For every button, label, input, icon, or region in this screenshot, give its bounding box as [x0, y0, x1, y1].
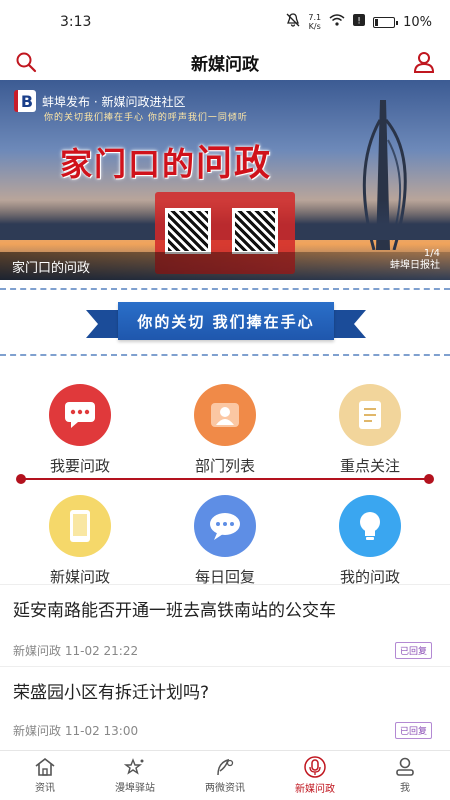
divider [0, 584, 450, 585]
mute-icon [286, 13, 300, 31]
news-title: 延安南路能否开通一班去高铁南站的公交车 [13, 601, 336, 621]
status-icons: 7.1 K/s ! 10% [286, 13, 432, 31]
phone-icon [49, 495, 111, 557]
news-item[interactable]: 延安南路能否开通一班去高铁南站的公交车 新媒问政 11-02 21:22 已回复 [0, 596, 450, 668]
search-icon [16, 52, 37, 73]
tab-station[interactable]: 漫埠驿站 [90, 751, 180, 800]
divider [0, 666, 450, 667]
qr-code [232, 208, 278, 254]
status-time: 3:13 [60, 14, 92, 30]
qr-code [165, 208, 211, 254]
stars-icon [124, 758, 144, 775]
home-icon [35, 757, 55, 776]
document-icon [339, 384, 401, 446]
news-title: 荣盛园小区有拆迁计划吗? [13, 683, 210, 703]
net-speed: 7.1 K/s [308, 13, 322, 31]
news-meta: 新媒问政 11-02 13:00 [13, 724, 139, 738]
profile-icon [396, 757, 414, 776]
microphone-icon [304, 756, 326, 778]
banner-pager: 1/4 蚌埠日报社 [390, 248, 440, 271]
news-item[interactable]: 荣盛园小区有拆迁计划吗? 新媒问政 11-02 13:00 已回复 [0, 678, 450, 744]
grid-item-new-media[interactable]: 新媒问政 [20, 495, 140, 587]
banner-carousel[interactable]: B 蚌埠发布 · 新媒问政进社区 你的关切我们捧在手心 你的呼声我们一同倾听 家… [0, 80, 450, 280]
top-header: 新媒问政 [0, 44, 450, 80]
status-badge: 已回复 [394, 722, 432, 739]
tab-news[interactable]: 资讯 [0, 751, 90, 800]
grid-item-departments[interactable]: 部门列表 [165, 384, 285, 476]
tab-new-media-affairs[interactable]: 新媒问政 [270, 751, 360, 800]
tab-weibo-wechat[interactable]: 两微资讯 [180, 751, 270, 800]
feather-icon [217, 758, 234, 776]
lightbulb-icon [339, 495, 401, 557]
battery-icon [373, 16, 399, 28]
banner-subline: 你的关切我们捧在手心 你的呼声我们一同倾听 [44, 113, 248, 123]
banner-caption: 家门口的问政 [0, 252, 450, 280]
news-meta: 新媒问政 11-02 21:22 [13, 644, 139, 658]
grid-item-daily-reply[interactable]: 每日回复 [165, 495, 285, 587]
grid-label: 重点关注 [339, 457, 400, 475]
wifi-icon [329, 14, 345, 30]
slogan-text: 你的关切 我们捧在手心 [118, 302, 334, 340]
status-badge: 已回复 [394, 642, 432, 659]
grid-item-my-questions[interactable]: 我的问政 [310, 495, 430, 587]
svg-text:!: ! [357, 17, 361, 27]
bottom-tab-bar: 资讯 漫埠驿站 两微资讯 新媒问政 我 [0, 750, 450, 800]
grid-item-ask[interactable]: 我要问政 [20, 384, 140, 476]
user-button[interactable] [408, 46, 440, 78]
banner-brand: B 蚌埠发布 · 新媒问政进社区 [14, 90, 185, 112]
brand-logo: B [14, 90, 36, 112]
grid-label: 部门列表 [194, 457, 255, 475]
app-root: 3:13 7.1 K/s ! 10% 新媒问政 B 蚌埠发布 · 新媒问政进社区… [0, 0, 450, 800]
grid-label: 我要问政 [49, 457, 110, 475]
page-title: 新媒问政 [191, 54, 259, 75]
people-icon [194, 384, 256, 446]
search-button[interactable] [10, 46, 42, 78]
slogan-ribbon: 你的关切 我们捧在手心 [0, 296, 450, 348]
status-bar: 3:13 7.1 K/s ! 10% [0, 0, 450, 44]
banner-headline: 家门口的问政 [60, 143, 273, 184]
banner-brand-text: 蚌埠发布 · 新媒问政进社区 [42, 94, 186, 109]
grid-item-focus[interactable]: 重点关注 [310, 384, 430, 476]
tab-me[interactable]: 我 [360, 751, 450, 800]
red-divider [16, 474, 434, 484]
divider [0, 354, 450, 356]
user-icon [413, 52, 435, 73]
notification-icon: ! [353, 14, 366, 30]
battery-level: 10% [403, 14, 432, 30]
chat-icon [194, 495, 256, 557]
divider [0, 288, 450, 290]
message-icon [49, 384, 111, 446]
